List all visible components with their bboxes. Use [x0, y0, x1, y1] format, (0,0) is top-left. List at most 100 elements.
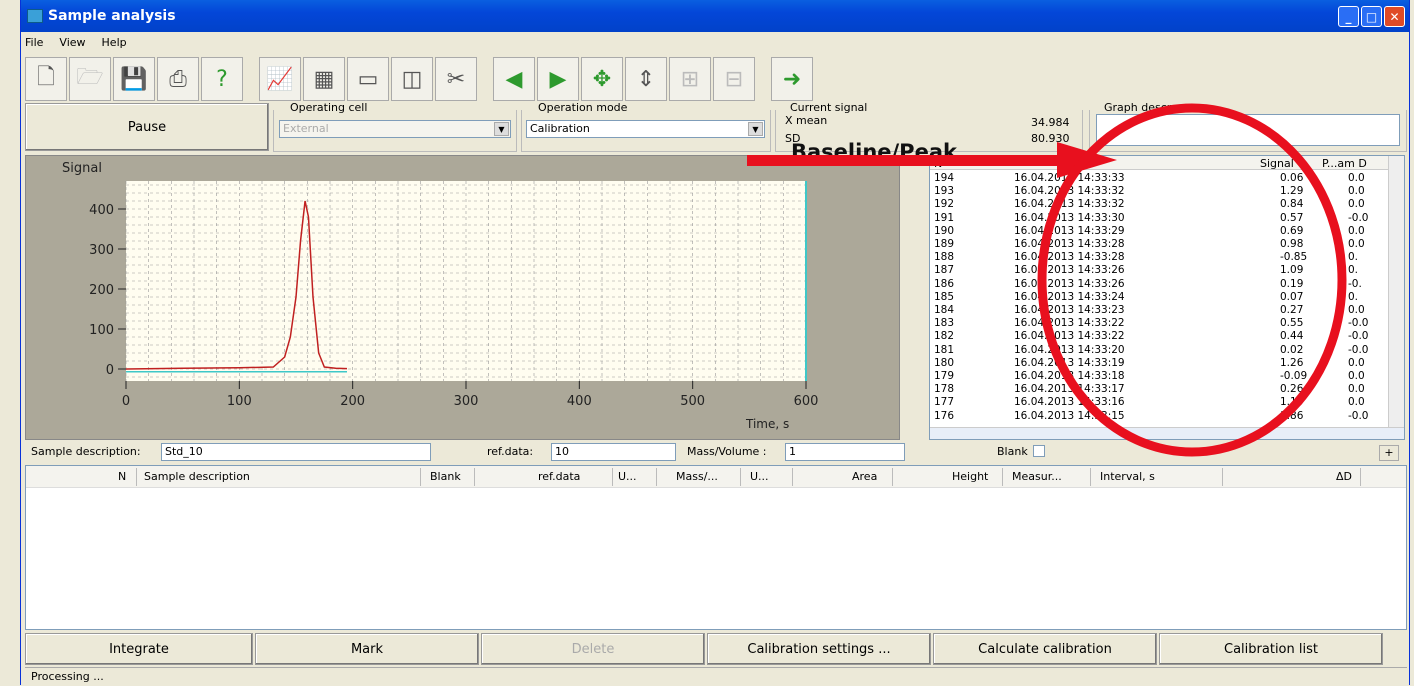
grid-cell-signal: -0.09 — [1280, 370, 1308, 382]
grid-cell-n: 184 — [934, 304, 955, 316]
grid-row[interactable]: 177 16.04.2013 14:33:16 1.15 0.0 — [930, 397, 1404, 408]
mark-button[interactable]: Mark — [255, 633, 479, 665]
grid-cell-time: 16.04.2013 14:33:17 — [1014, 383, 1125, 396]
grid-row[interactable]: 179 16.04.2013 14:33:18 -0.09 0.0 — [930, 371, 1404, 382]
sample-list-header: N Sample description Blank ref.data U...… — [26, 466, 1406, 488]
next-graph-icon[interactable]: ▶ — [537, 57, 579, 101]
panel-view-icon[interactable]: ▭ — [347, 57, 389, 101]
grid-cell-time: 16.04.2013 14:33:26 — [1014, 264, 1125, 277]
grid-row[interactable]: 193 16.04.2013 14:33:32 1.29 0.0 — [930, 186, 1404, 197]
chart-panel: 0 100 200 300 400 500 600 0 100 200 300 400 Signal … — [25, 155, 900, 440]
previous-graph-icon[interactable]: ◀ — [493, 57, 535, 101]
grid-cell-time: 16.04.2013 14:33:28 — [1014, 251, 1125, 264]
calibration-settings-button[interactable]: Calibration settings ... — [707, 633, 931, 665]
grid-cell-time: 16.04.2013 14:33:16 — [1014, 396, 1125, 409]
graph-description-input[interactable] — [1096, 114, 1400, 146]
operation-mode-select[interactable]: Calibration ▼ — [526, 120, 765, 138]
status-bar: Processing ... — [25, 667, 1407, 685]
exit-icon[interactable]: ➜ — [771, 57, 813, 101]
blank-checkbox[interactable] — [1033, 445, 1045, 457]
window-title: Sample analysis — [48, 8, 176, 24]
new-file-icon[interactable]: 🗋 — [25, 57, 67, 101]
grid-row[interactable]: 183 16.04.2013 14:33:22 0.55 -0.0 — [930, 318, 1404, 329]
grid-row[interactable]: 188 16.04.2013 14:33:28 -0.85 0. — [930, 252, 1404, 263]
list-col-sample-description: Sample description — [144, 470, 250, 483]
fit-vertical-icon[interactable]: ⇕ — [625, 57, 667, 101]
integrate-button[interactable]: Integrate — [25, 633, 253, 665]
x-tick-label: 300 — [454, 394, 479, 409]
grid-cell-time: 16.04.2013 14:33:18 — [1014, 370, 1125, 382]
grid-cell-param: 0.0 — [1348, 304, 1365, 316]
grid-cell-time: 16.04.2013 14:33:20 — [1014, 343, 1125, 356]
grid-cell-signal: 0.26 — [1280, 383, 1304, 396]
help-icon[interactable]: ? — [201, 57, 243, 101]
delete-button[interactable]: Delete — [481, 633, 705, 665]
sample-list[interactable]: N Sample description Blank ref.data U...… — [25, 465, 1407, 630]
grid-cell-signal: 0.57 — [1280, 211, 1304, 224]
grid-row[interactable]: 186 16.04.2013 14:33:26 0.19 -0. — [930, 278, 1404, 290]
blank-label: Blank — [997, 445, 1028, 458]
menu-view[interactable]: View — [59, 36, 85, 49]
table-view-icon[interactable]: ▦ — [303, 57, 345, 101]
y-axis-label: Signal — [62, 161, 102, 176]
menu-file[interactable]: File — [25, 36, 43, 49]
grid-row[interactable]: 192 16.04.2013 14:33:32 0.84 0.0 — [930, 199, 1404, 210]
grid-cell-n: 190 — [934, 224, 955, 237]
zoom-in-icon[interactable]: ⊞ — [669, 57, 711, 101]
grid-cell-signal: 0.84 — [1280, 198, 1304, 211]
grid-cell-n: 189 — [934, 238, 955, 250]
calculate-calibration-button[interactable]: Calculate calibration — [933, 633, 1157, 665]
title-bar[interactable]: Sample analysis _ □ ✕ — [21, 0, 1409, 32]
grid-row[interactable]: 189 16.04.2013 14:33:28 0.98 0.0 — [930, 239, 1404, 250]
grid-row[interactable]: 182 16.04.2013 14:33:22 0.44 -0.0 — [930, 331, 1404, 342]
operating-cell-select[interactable]: External ▼ — [279, 120, 511, 138]
calibration-list-button[interactable]: Calibration list — [1159, 633, 1383, 665]
list-col-area: Area — [852, 470, 878, 483]
minimize-button[interactable]: _ — [1338, 6, 1359, 27]
grid-cell-signal: 0.07 — [1280, 290, 1304, 303]
x-axis-label: Time, s — [745, 417, 789, 431]
mass-volume-input[interactable]: 1 — [785, 443, 905, 461]
grid-cell-param: 0.0 — [1348, 383, 1365, 396]
operating-cell-label: Operating cell — [287, 101, 371, 114]
sample-description-input[interactable]: Std_10 — [161, 443, 431, 461]
print-icon[interactable]: ⎙ — [157, 57, 199, 101]
grid-row[interactable]: 187 16.04.2013 14:33:26 1.09 0. — [930, 265, 1404, 276]
grid-row[interactable]: 185 16.04.2013 14:33:24 0.07 0. — [930, 290, 1404, 303]
graph-view-icon[interactable]: 📈 — [259, 57, 301, 101]
grid-row[interactable]: 180 16.04.2013 14:33:19 1.26 0.0 — [930, 357, 1404, 369]
settings-tools-icon[interactable]: ✂ — [435, 57, 477, 101]
menu-help[interactable]: Help — [102, 36, 127, 49]
zoom-all-icon[interactable]: ✥ — [581, 57, 623, 101]
grid-horizontal-scrollbar[interactable] — [930, 427, 1404, 439]
open-folder-icon[interactable]: 🗁 — [69, 57, 111, 101]
grid-row[interactable]: 176 16.04.2013 14:33:15 1.86 -0.0 — [930, 410, 1404, 422]
grid-row[interactable]: 181 16.04.2013 14:33:20 0.02 -0.0 — [930, 343, 1404, 356]
grid-row[interactable]: 190 16.04.2013 14:33:29 0.69 0.0 — [930, 224, 1404, 237]
grid-row[interactable]: 178 16.04.2013 14:33:17 0.26 0.0 — [930, 384, 1404, 395]
signal-chart[interactable]: 0 100 200 300 400 500 6000100200300400 Signal … — [26, 156, 901, 441]
ref-data-input[interactable]: 10 — [551, 443, 676, 461]
grid-row[interactable]: 191 16.04.2013 14:33:30 0.57 -0.0 — [930, 211, 1404, 224]
current-signal-label: Current signal — [787, 101, 871, 114]
grid-vertical-scrollbar[interactable] — [1388, 156, 1404, 439]
maximize-button[interactable]: □ — [1361, 6, 1382, 27]
save-icon[interactable]: 💾 — [113, 57, 155, 101]
close-button[interactable]: ✕ — [1384, 6, 1405, 27]
grid-row[interactable]: 184 16.04.2013 14:33:23 0.27 0.0 — [930, 305, 1404, 316]
grid-cell-signal: 1.29 — [1280, 185, 1304, 198]
grid-cell-param: -0.0 — [1348, 211, 1369, 224]
signal-data-grid[interactable]: N Signal P...am D 194 16.04.2013 14:33:33… — [929, 155, 1405, 440]
layout-view-icon[interactable]: ◫ — [391, 57, 433, 101]
list-col-height: Height — [952, 470, 989, 483]
grid-cell-param: 0. — [1348, 264, 1359, 277]
zoom-out-icon[interactable]: ⊟ — [713, 57, 755, 101]
y-tick-label: 300 — [89, 243, 114, 258]
pause-button[interactable]: Pause — [25, 103, 269, 151]
graph-description-label: Graph descr... — [1101, 101, 1184, 114]
grid-cell-signal: 0.02 — [1280, 343, 1304, 356]
grid-cell-n: 193 — [934, 185, 955, 198]
grid-cell-time: 16.04.2013 14:33:32 — [1014, 185, 1125, 198]
grid-row[interactable]: 194 16.04.2013 14:33:33 0.06 0.0 — [930, 173, 1404, 184]
add-button[interactable]: + — [1379, 445, 1399, 461]
